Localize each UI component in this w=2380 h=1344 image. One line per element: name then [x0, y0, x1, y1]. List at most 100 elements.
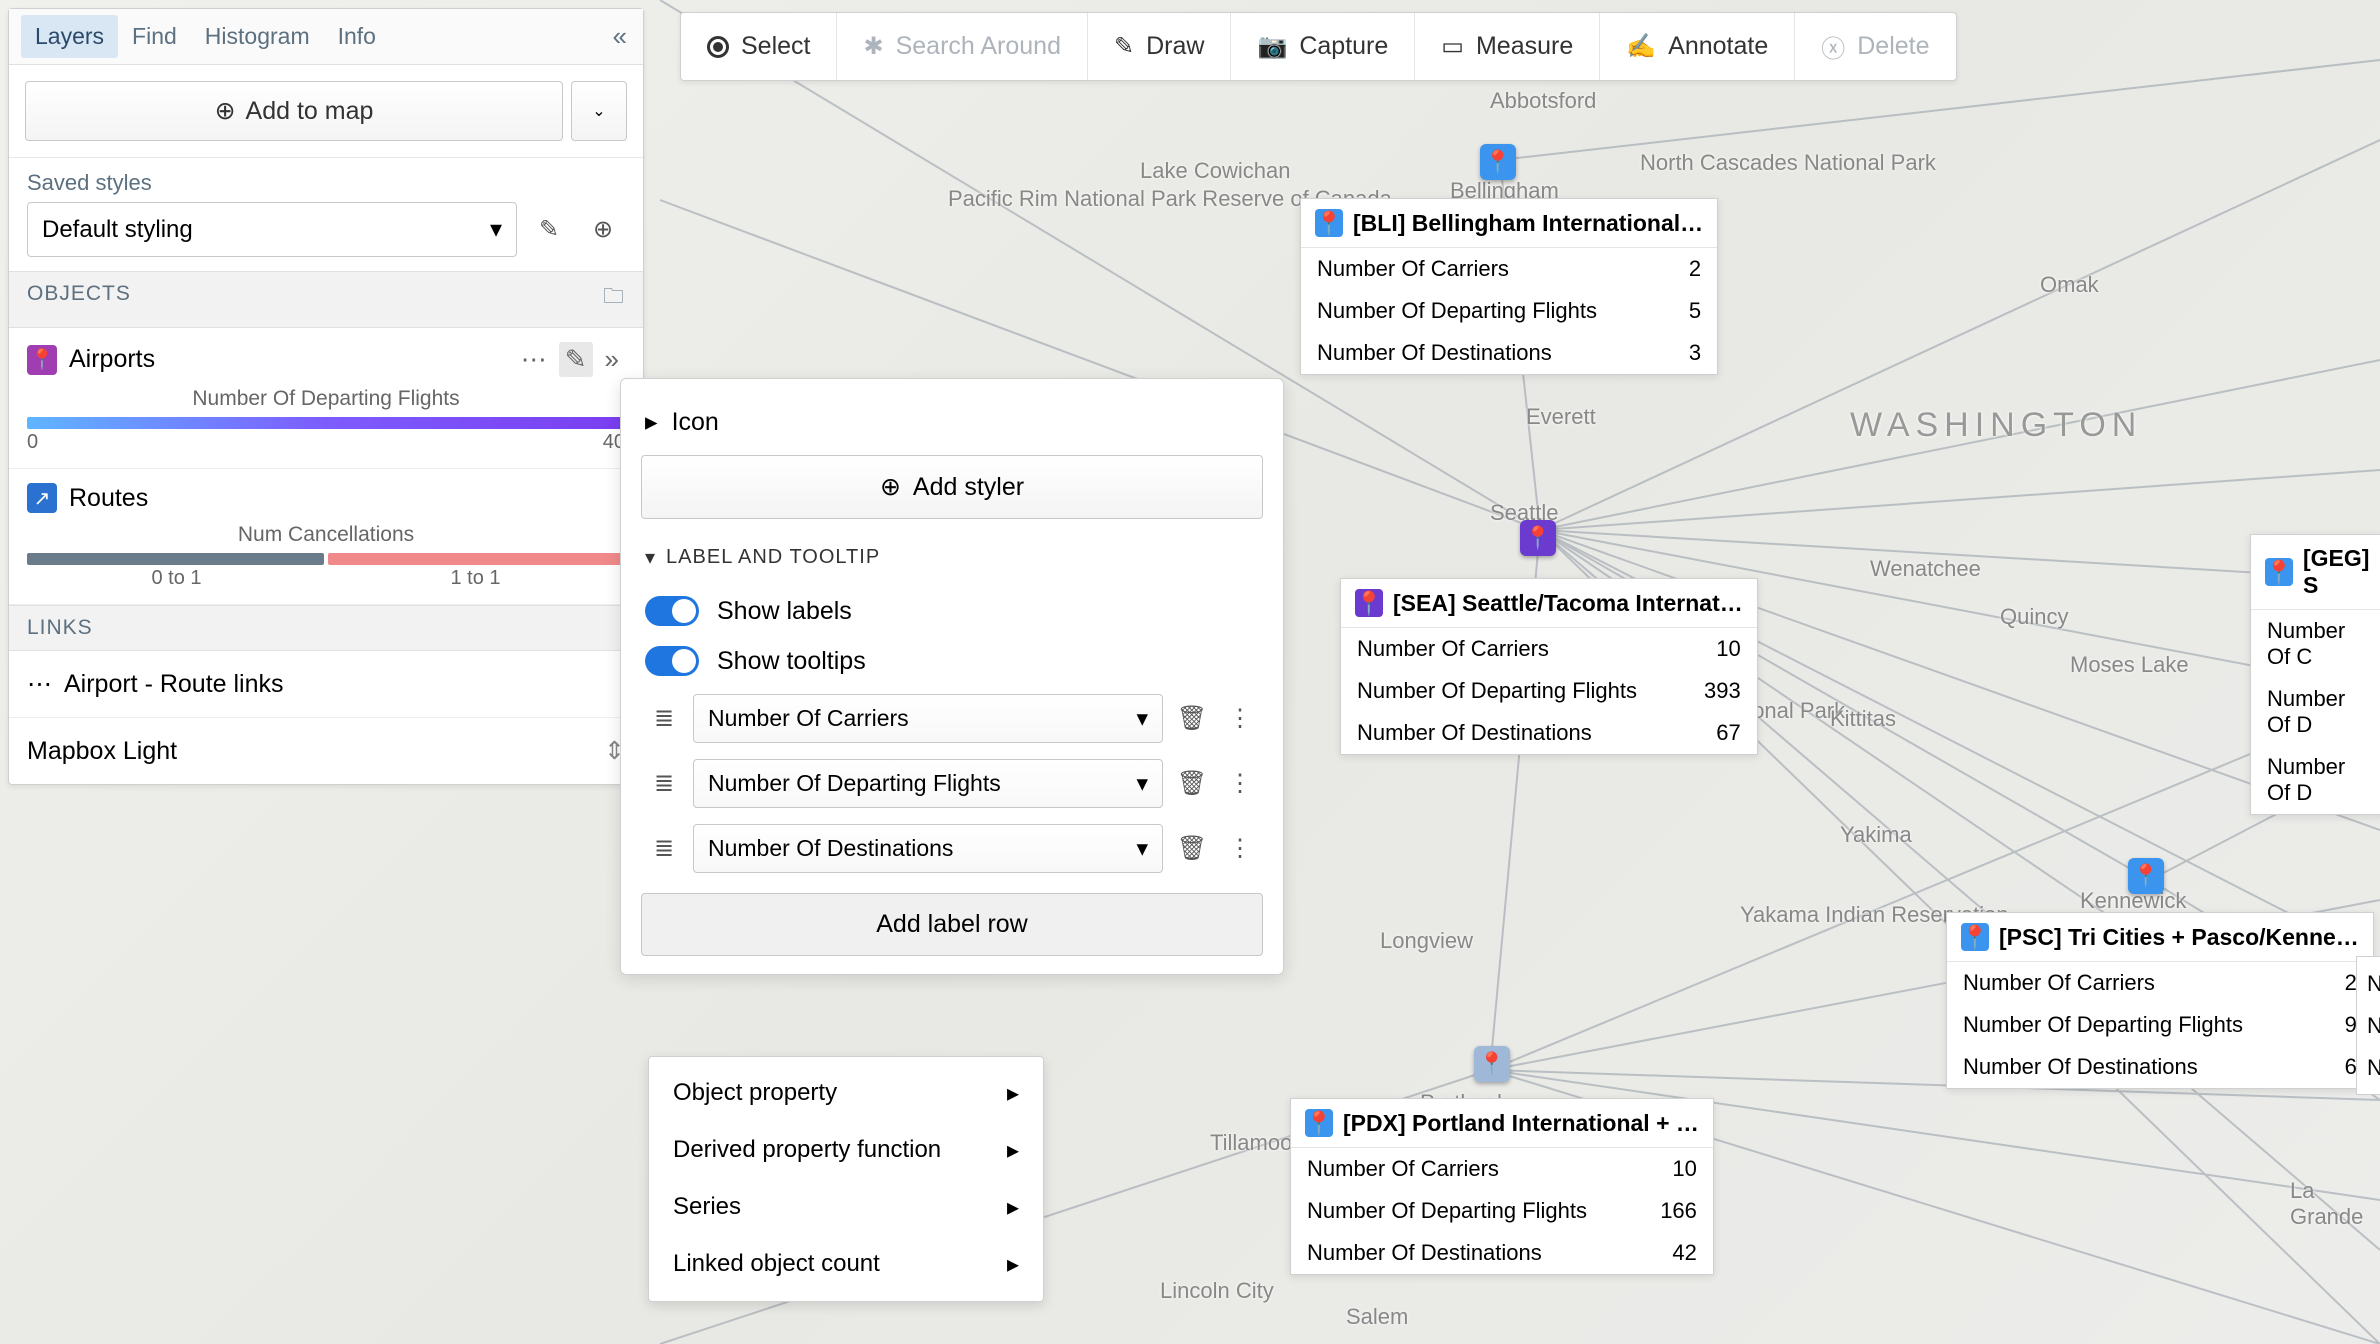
search-around-icon: ✱ — [863, 32, 883, 61]
icon-section-row[interactable]: ▸ Icon — [641, 397, 1263, 455]
tooltip-row-label: Number Of D — [2267, 754, 2367, 806]
tab-info[interactable]: Info — [324, 15, 390, 58]
ctx-label: Series — [673, 1193, 741, 1222]
map-tooltip-edge: NuNuNu — [2356, 956, 2380, 1095]
tooltip-title: [PDX] Portland International + … — [1343, 1110, 1699, 1137]
trash-icon[interactable]: 🗑 — [1173, 834, 1211, 863]
label-select[interactable]: Number Of Carriers▾ — [693, 694, 1163, 743]
collapse-sidebar-icon[interactable]: « — [609, 17, 631, 56]
saved-styles-select[interactable]: Default styling ▾ — [27, 202, 517, 257]
select-tool[interactable]: Select — [681, 13, 837, 80]
show-labels-row: Show labels — [641, 586, 1263, 636]
basemap-row[interactable]: Mapbox Light ⇕ — [9, 718, 643, 784]
measure-tool[interactable]: ▭Measure — [1415, 13, 1600, 80]
tooltip-row-value: 6 — [2345, 1054, 2357, 1080]
ctx-linked-object-count[interactable]: Linked object count ▸ — [649, 1236, 1043, 1293]
tab-layers[interactable]: Layers — [21, 15, 118, 58]
list-icon[interactable]: ≣ — [645, 834, 683, 863]
search-around-tool[interactable]: ✱Search Around — [837, 13, 1088, 80]
ctx-series[interactable]: Series ▸ — [649, 1179, 1043, 1236]
link-airport-route[interactable]: ⋯ Airport - Route links — [9, 651, 643, 718]
map-tooltip-sea[interactable]: 📍[SEA] Seattle/Tacoma Internat… Number O… — [1340, 578, 1758, 755]
label-select[interactable]: Number Of Departing Flights▾ — [693, 759, 1163, 808]
ctx-label: Linked object count — [673, 1250, 880, 1279]
tooltip-row-label: Number Of Carriers — [1357, 636, 1549, 662]
add-to-map-dropdown[interactable]: ⌄ — [571, 81, 627, 141]
annotate-tool[interactable]: ✍Annotate — [1600, 13, 1795, 80]
airport-layer-icon: 📍 — [27, 345, 57, 375]
map-pin-sea[interactable]: 📍 — [1520, 520, 1556, 556]
tooltip-row-value: 2 — [2345, 970, 2357, 996]
links-header-label: LINKS — [27, 616, 93, 640]
label-select[interactable]: Number Of Destinations▾ — [693, 824, 1163, 873]
map-place-label: Yakima — [1840, 822, 1912, 848]
ctx-object-property[interactable]: Object property▸ — [649, 1065, 1043, 1122]
list-icon[interactable]: ≣ — [645, 704, 683, 733]
camera-icon: 📷 — [1257, 32, 1287, 61]
tooltip-row-value: 10 — [1672, 1156, 1696, 1182]
map-pin-psc[interactable]: 📍 — [2128, 858, 2164, 894]
folder-icon[interactable]: 🗀 — [603, 282, 625, 317]
map-pin-pdx[interactable]: 📍 — [1474, 1046, 1510, 1082]
new-style-button[interactable]: ⊕ — [581, 208, 625, 252]
show-labels-toggle[interactable] — [645, 596, 699, 626]
tab-histogram[interactable]: Histogram — [191, 15, 324, 58]
trash-icon[interactable]: 🗑 — [1173, 769, 1211, 798]
capture-tool[interactable]: 📷Capture — [1231, 13, 1415, 80]
ctx-derived-property[interactable]: Derived property function▸ — [649, 1122, 1043, 1179]
select-icon — [707, 36, 729, 58]
tooltip-row-label: Number Of Carriers — [1317, 256, 1509, 282]
label-tooltip-header[interactable]: ▾ LABEL AND TOOLTIP — [645, 545, 1259, 570]
show-tooltips-toggle[interactable] — [645, 646, 699, 676]
layer-menu-icon[interactable]: » — [599, 342, 625, 377]
map-place-label: La Grande — [2290, 1178, 2380, 1230]
map-place-label: North Cascades National Park — [1640, 150, 1936, 176]
drag-handle-icon[interactable]: ⋮ — [1221, 834, 1259, 863]
label-select-value: Number Of Carriers — [708, 705, 909, 732]
draw-tool[interactable]: ✎Draw — [1088, 13, 1231, 80]
layer-edit-icon[interactable]: ✎ — [559, 342, 593, 377]
map-place-label: Everett — [1526, 404, 1596, 430]
caret-down-icon: ▾ — [1136, 835, 1148, 862]
label-row: ≣ Number Of Destinations▾ 🗑 ⋮ — [641, 816, 1263, 881]
add-to-map-button[interactable]: ⊕ Add to map — [25, 81, 563, 141]
delete-tool[interactable]: ⓧDelete — [1795, 13, 1955, 80]
links-header: LINKS — [9, 605, 643, 651]
sidebar: Layers Find Histogram Info « ⊕ Add to ma… — [8, 8, 644, 785]
add-styler-button[interactable]: ⊕ Add styler — [641, 455, 1263, 519]
map-pin-bli[interactable]: 📍 — [1480, 144, 1516, 180]
tab-find[interactable]: Find — [118, 15, 191, 58]
caret-down-icon: ▾ — [490, 215, 502, 244]
caret-right-icon: ▸ — [1007, 1193, 1019, 1222]
add-label-row-button[interactable]: Add label row — [641, 893, 1263, 956]
layer-routes[interactable]: ↗ Routes Num Cancellations 0 to 1 1 to 1 — [9, 469, 643, 605]
style-popup: ▸ Icon ⊕ Add styler ▾ LABEL AND TOOLTIP … — [620, 378, 1284, 975]
map-tooltip-bli[interactable]: 📍[BLI] Bellingham International… Number … — [1300, 198, 1718, 375]
icon-section-label: Icon — [672, 408, 719, 437]
map-place-label: Quincy — [2000, 604, 2068, 630]
trash-icon[interactable]: 🗑 — [1173, 704, 1211, 733]
caret-right-icon: ▸ — [1007, 1250, 1019, 1279]
airports-label: Airports — [69, 345, 155, 374]
range-a: 0 to 1 — [151, 567, 201, 590]
layer-airports[interactable]: 📍 Airports ⋯ ✎ » Number Of Departing Fli… — [9, 328, 643, 469]
drag-handle-icon[interactable]: ⋮ — [1221, 769, 1259, 798]
pin-icon: 📍 — [1315, 209, 1343, 237]
map-tooltip-geg[interactable]: 📍[GEG] S Number Of C Number Of D Number … — [2250, 534, 2380, 815]
layer-more-icon[interactable]: ⋯ — [515, 342, 553, 377]
tooltip-row-label: Number Of Departing Flights — [1357, 678, 1637, 704]
objects-header-label: OBJECTS — [27, 282, 131, 317]
map-tooltip-pdx[interactable]: 📍[PDX] Portland International + … Number… — [1290, 1098, 1714, 1275]
caret-down-icon: ▾ — [1136, 770, 1148, 797]
edit-style-button[interactable]: ✎ — [527, 208, 571, 252]
list-icon[interactable]: ≣ — [645, 769, 683, 798]
drag-handle-icon[interactable]: ⋮ — [1221, 704, 1259, 733]
map-tooltip-psc[interactable]: 📍[PSC] Tri Cities + Pasco/Kenne… Number … — [1946, 912, 2374, 1089]
routes-metric-label: Num Cancellations — [27, 523, 625, 547]
tooltip-row-value: 166 — [1660, 1198, 1697, 1224]
objects-header: OBJECTS 🗀 — [9, 271, 643, 328]
tooltip-row-label: Number Of C — [2267, 618, 2367, 670]
tooltip-row-label: Number Of D — [2267, 686, 2367, 738]
delete-label: Delete — [1857, 32, 1929, 61]
chevron-down-icon: ⌄ — [592, 101, 605, 121]
